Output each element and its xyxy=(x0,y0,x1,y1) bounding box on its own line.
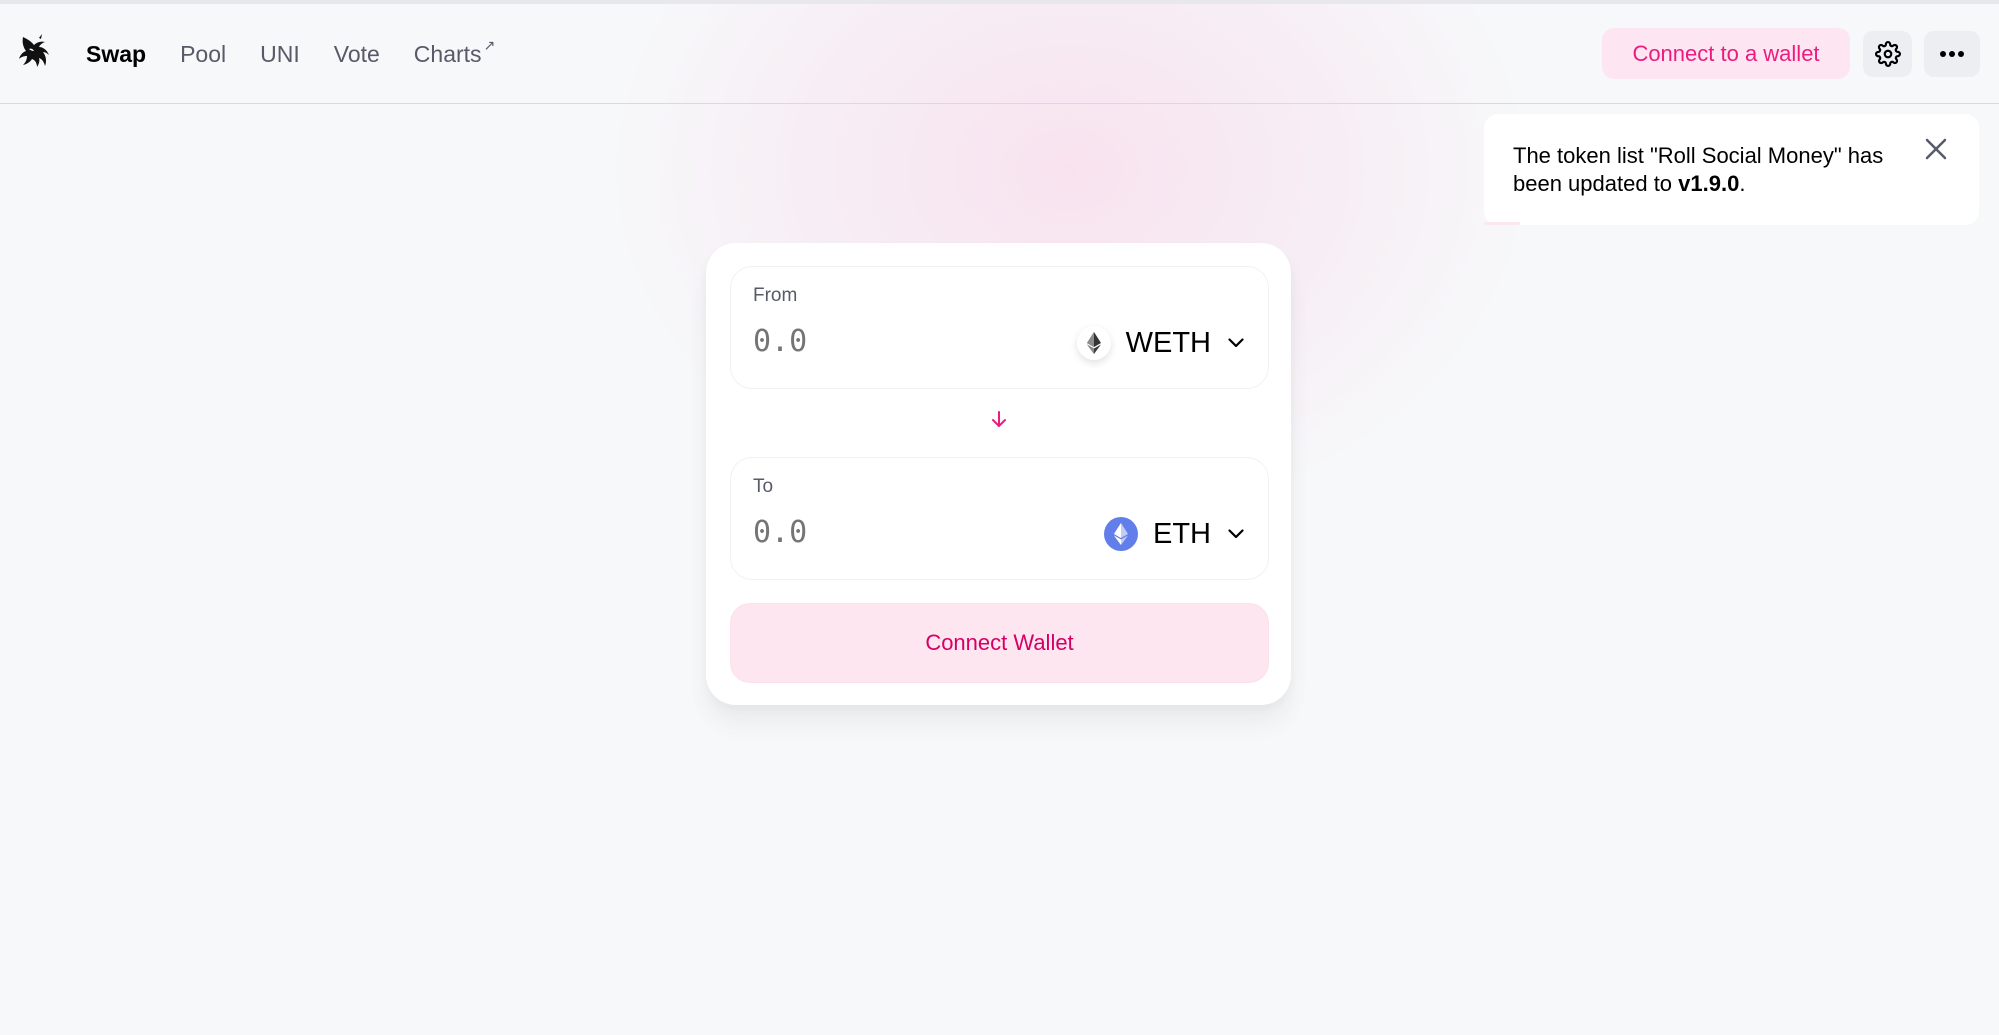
connect-to-wallet-button[interactable]: Connect to a wallet xyxy=(1602,28,1850,79)
toast-progress-bar xyxy=(1484,222,1520,225)
external-link-icon: ↗ xyxy=(483,36,496,53)
from-amount-input[interactable] xyxy=(753,324,1013,359)
arrow-down-icon[interactable] xyxy=(987,407,1011,431)
toast-message: The token list "Roll Social Money" has b… xyxy=(1513,143,1883,196)
nav-charts[interactable]: Charts ↗ xyxy=(413,37,495,68)
to-token-symbol: ETH xyxy=(1153,517,1211,550)
gear-icon xyxy=(1874,41,1901,67)
nav-charts-label: Charts xyxy=(413,40,482,67)
to-label: To xyxy=(753,476,774,497)
close-icon[interactable] xyxy=(1921,134,1951,164)
to-amount-input[interactable] xyxy=(753,515,1013,550)
swap-card: From WETH To xyxy=(706,243,1291,705)
toast-version: v1.9.0 xyxy=(1678,171,1740,196)
weth-token-icon xyxy=(1076,326,1111,360)
from-currency-panel: From WETH xyxy=(730,266,1269,389)
chevron-down-icon xyxy=(1228,338,1244,348)
to-token-select[interactable]: ETH xyxy=(1104,514,1244,554)
nav-pool[interactable]: Pool xyxy=(180,41,226,68)
toast-text-end: . xyxy=(1739,171,1746,196)
chevron-down-icon xyxy=(1228,529,1244,539)
connect-wallet-button[interactable]: Connect Wallet xyxy=(730,603,1269,683)
nav-vote[interactable]: Vote xyxy=(334,41,380,68)
app-header: Swap Pool UNI Vote Charts ↗ Connect to a… xyxy=(0,4,1999,104)
more-horizontal-icon xyxy=(1940,51,1964,57)
nav-uni[interactable]: UNI xyxy=(260,41,300,68)
token-list-update-toast: The token list "Roll Social Money" has b… xyxy=(1484,114,1979,225)
eth-token-icon xyxy=(1104,517,1138,551)
uniswap-logo-icon[interactable] xyxy=(17,33,53,71)
from-token-symbol: WETH xyxy=(1125,326,1211,359)
settings-button[interactable] xyxy=(1863,31,1912,77)
to-currency-panel: To ETH xyxy=(730,457,1269,580)
more-menu-button[interactable] xyxy=(1924,31,1980,77)
nav-swap[interactable]: Swap xyxy=(86,41,146,68)
main-nav: Swap Pool UNI Vote Charts ↗ xyxy=(86,4,529,104)
from-label: From xyxy=(753,285,798,306)
from-token-select[interactable]: WETH xyxy=(1076,323,1244,363)
